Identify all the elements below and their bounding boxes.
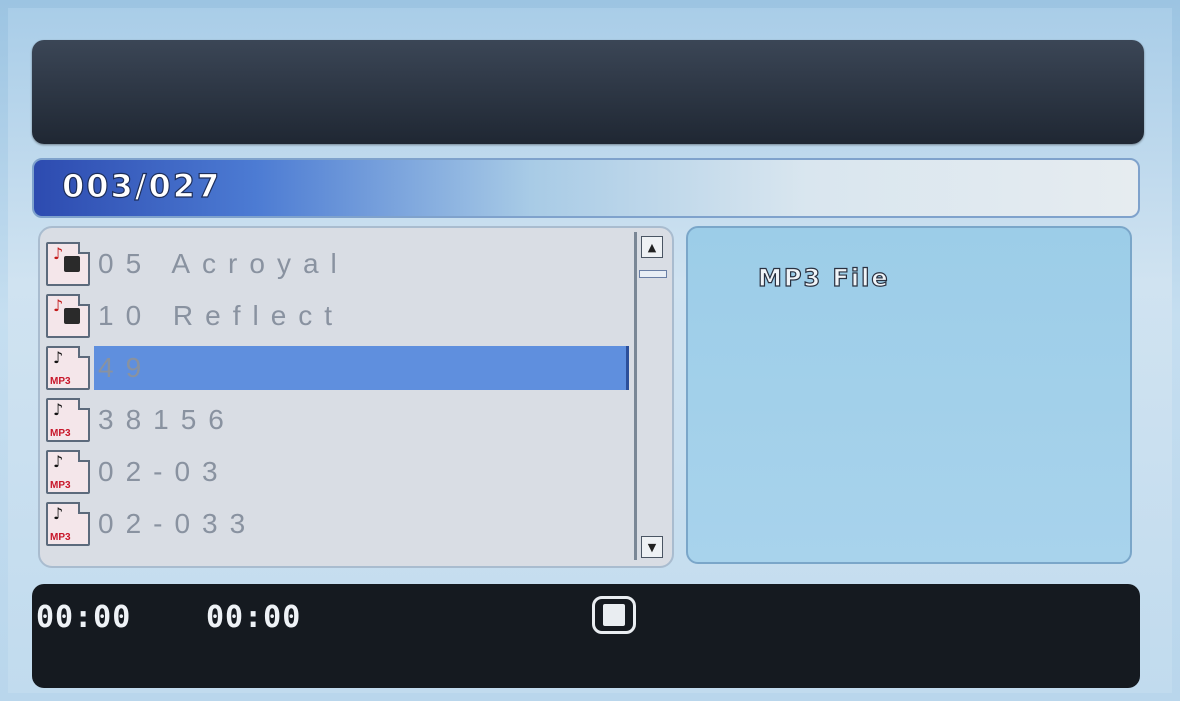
list-item[interactable]: ♪ MP3 38156: [46, 394, 620, 446]
mp3-file-icon: ♪ MP3: [46, 398, 90, 442]
file-name: 38156: [98, 404, 236, 435]
file-name: 05 Acroyal: [98, 248, 349, 279]
list-item[interactable]: ♪ MP3 02-033: [46, 498, 620, 550]
music-file-icon: ♪: [46, 242, 90, 286]
file-type-label: MP3 File: [757, 263, 890, 292]
scroll-down-icon[interactable]: ▼: [641, 536, 663, 558]
music-file-icon: ♪: [46, 294, 90, 338]
mp3-file-icon: ♪ MP3: [46, 502, 90, 546]
title-bar: [32, 40, 1144, 144]
elapsed-time: 00:00: [36, 600, 132, 635]
list-item[interactable]: ♪ 10 Reflect: [46, 290, 620, 342]
list-item[interactable]: ♪ MP3 02-03: [46, 446, 620, 498]
track-counter-bar: 003/027: [32, 158, 1140, 218]
track-counter: 003/027: [61, 166, 222, 205]
list-item[interactable]: ♪ 05 Acroyal: [46, 238, 620, 290]
stop-icon: [592, 596, 636, 634]
file-list: ♪ 05 Acroyal ♪ 10 Reflect ♪ MP3 49 ♪ MP3…: [38, 226, 674, 568]
status-bar: 00:00 00:00: [32, 584, 1140, 688]
scroll-thumb[interactable]: [639, 270, 667, 278]
file-name: 49: [98, 352, 154, 383]
scroll-up-icon[interactable]: ▲: [641, 236, 663, 258]
mp3-file-icon: ♪ MP3: [46, 450, 90, 494]
selection-highlight: [94, 346, 629, 390]
scrollbar[interactable]: ▲ ▼: [634, 232, 667, 560]
mp3-file-icon: ♪ MP3: [46, 346, 90, 390]
total-time: 00:00: [206, 600, 302, 635]
file-name: 10 Reflect: [98, 300, 345, 331]
file-info-panel: MP3 File: [686, 226, 1132, 564]
list-item-selected[interactable]: ♪ MP3 49: [46, 342, 629, 394]
player-frame: 003/027 ♪ 05 Acroyal ♪ 10 Reflect ♪ MP3: [8, 8, 1172, 693]
file-name: 02-03: [98, 456, 230, 487]
file-name: 02-033: [98, 508, 258, 539]
